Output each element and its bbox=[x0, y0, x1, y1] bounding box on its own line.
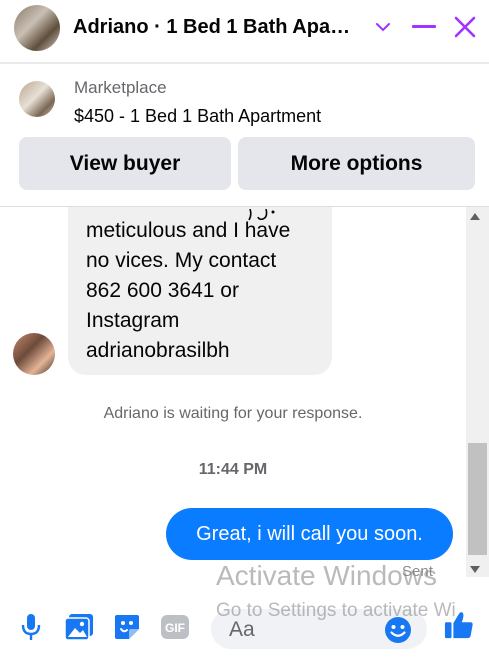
chevron-down-icon[interactable] bbox=[368, 12, 398, 42]
scroll-down-arrow-icon[interactable] bbox=[470, 566, 480, 573]
message-line: adrianobrasilbh bbox=[86, 339, 230, 362]
chat-header: Adriano · 1 Bed 1 Bath Apa… bbox=[0, 0, 489, 58]
photo-icon[interactable] bbox=[64, 612, 94, 642]
view-buyer-button[interactable]: View buyer bbox=[19, 137, 231, 190]
marketplace-listing: Marketplace $450 - 1 Bed 1 Bath Apartmen… bbox=[0, 64, 489, 206]
message-input[interactable] bbox=[229, 617, 379, 643]
chat-title[interactable]: Adriano · 1 Bed 1 Bath Apa… bbox=[73, 16, 350, 39]
minimize-icon[interactable] bbox=[409, 12, 439, 42]
outgoing-message-bubble: Great, i will call you soon. bbox=[166, 508, 453, 560]
sender-avatar[interactable] bbox=[13, 333, 55, 375]
incoming-message-bubble: meticulous and I have no vices. My conta… bbox=[68, 207, 332, 375]
message-composer: GIF bbox=[0, 600, 489, 664]
waiting-notice: Adriano is waiting for your response. bbox=[103, 405, 363, 422]
like-icon[interactable] bbox=[444, 610, 474, 640]
message-line: 862 600 3641 or bbox=[86, 279, 239, 302]
more-options-button[interactable]: More options bbox=[238, 137, 475, 190]
microphone-icon[interactable] bbox=[16, 612, 46, 642]
close-icon[interactable] bbox=[450, 12, 480, 42]
message-line: no vices. My contact bbox=[86, 249, 277, 272]
delivery-status: Sent bbox=[402, 563, 433, 580]
listing-source-label: Marketplace bbox=[74, 78, 167, 97]
message-line: meticulous and I have bbox=[86, 219, 291, 242]
header-avatar[interactable] bbox=[14, 5, 60, 51]
emoji-icon[interactable] bbox=[383, 615, 413, 645]
listing-title[interactable]: $450 - 1 Bed 1 Bath Apartment bbox=[74, 106, 321, 127]
message-line: Instagram bbox=[86, 309, 180, 332]
message-input-container bbox=[211, 609, 427, 649]
sticker-icon[interactable] bbox=[112, 612, 142, 642]
listing-thumbnail[interactable] bbox=[19, 81, 55, 117]
scroll-up-arrow-icon[interactable] bbox=[470, 213, 480, 220]
gif-label: GIF bbox=[165, 621, 185, 635]
gif-icon[interactable]: GIF bbox=[160, 612, 190, 642]
message-timestamp: 11:44 PM bbox=[198, 461, 268, 478]
scrollbar-thumb[interactable] bbox=[468, 443, 487, 555]
message-list[interactable]: meticulous and I have no vices. My conta… bbox=[0, 207, 466, 600]
